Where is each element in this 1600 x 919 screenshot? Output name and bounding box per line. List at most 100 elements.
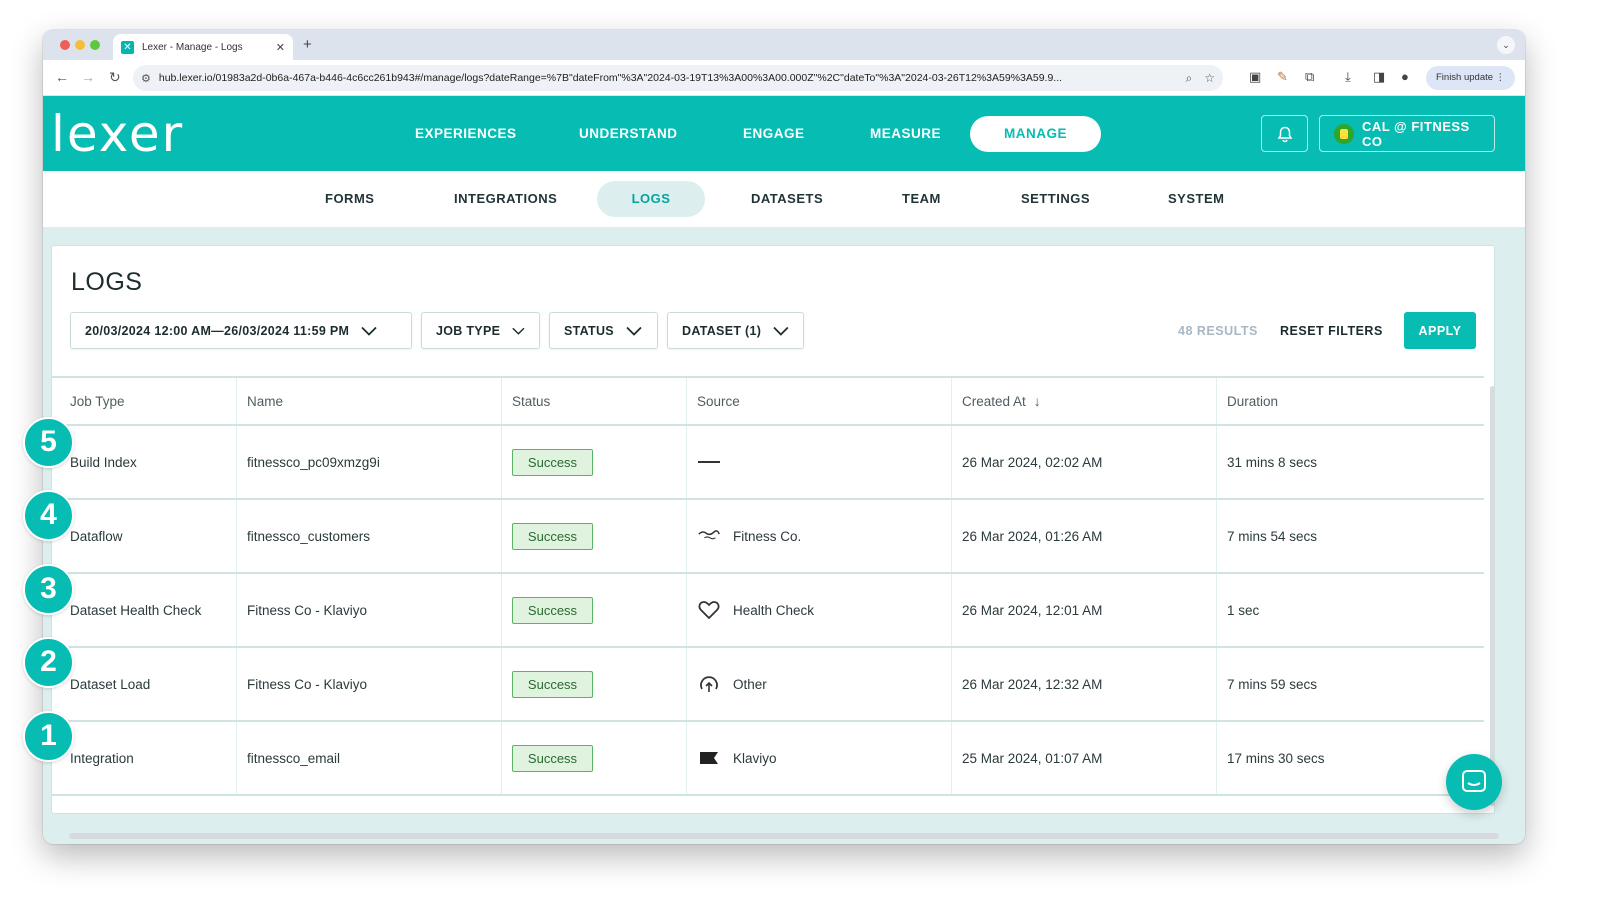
status-cell: Success [502, 722, 687, 794]
source-cell: Other [687, 648, 952, 720]
col-status[interactable]: Status [502, 378, 687, 424]
subnav-datasets[interactable]: DATASETS [751, 191, 823, 206]
vertical-scrollbar[interactable] [1490, 386, 1495, 806]
notifications-button[interactable] [1261, 115, 1308, 152]
close-window-button[interactable] [60, 40, 70, 50]
date-range-filter[interactable]: 20/03/2024 12:00 AM—26/03/2024 11:59 PM [70, 312, 412, 349]
status-badge: Success [512, 448, 593, 476]
site-settings-icon[interactable]: ⚙ [141, 72, 151, 85]
new-tab-button[interactable]: + [303, 36, 312, 53]
status-filter-label: STATUS [564, 323, 614, 338]
close-tab-icon[interactable]: ✕ [276, 41, 285, 54]
name-cell: Fitness Co - Klaviyo [237, 574, 502, 646]
job-type-cell: Dataflow [52, 500, 237, 572]
subnav-settings[interactable]: SETTINGS [1021, 191, 1090, 206]
url-text: hub.lexer.io/01983a2d-0b6a-467a-b446-4c6… [158, 72, 1063, 84]
logs-card: LOGS 20/03/2024 12:00 AM—26/03/2024 11:5… [51, 245, 1495, 814]
url-bar[interactable]: ⚙ hub.lexer.io/01983a2d-0b6a-467a-b446-4… [133, 65, 1223, 91]
table-row[interactable]: Dataflow fitnessco_customers Success Fit… [52, 500, 1484, 574]
chat-launcher-button[interactable] [1446, 754, 1502, 810]
nav-understand[interactable]: UNDERSTAND [579, 126, 678, 141]
back-arrow-icon[interactable]: ← [55, 69, 69, 85]
lexer-favicon-icon: ✕ [121, 40, 134, 54]
results-count: 48 RESULTS [1178, 324, 1258, 338]
duration-cell: 1 sec [1227, 602, 1260, 618]
table-row[interactable]: Dataset Health Check Fitness Co - Klaviy… [52, 574, 1484, 648]
date-range-label: 20/03/2024 12:00 AM—26/03/2024 11:59 PM [85, 323, 350, 338]
side-panel-icon[interactable]: ◨ [1373, 69, 1385, 85]
puzzle-extensions-icon[interactable]: ⧉ [1305, 69, 1314, 85]
browser-tab-active[interactable]: ✕ Lexer - Manage - Logs ✕ [113, 34, 293, 60]
table-row[interactable]: Integration fitnessco_email Success Klav… [52, 722, 1484, 796]
table-header: Job Type Name Status Source Created At ↓… [52, 376, 1484, 426]
browser-window: ✕ Lexer - Manage - Logs ✕ + ⌄ ← → ↻ ⚙ hu… [43, 30, 1525, 844]
browser-tab-bar: ✕ Lexer - Manage - Logs ✕ + ⌄ [43, 30, 1525, 60]
nav-measure[interactable]: MEASURE [870, 126, 941, 141]
chevron-down-icon [626, 326, 642, 336]
browser-address-bar: ← → ↻ ⚙ hub.lexer.io/01983a2d-0b6a-467a-… [43, 60, 1525, 96]
heart-icon [697, 600, 721, 620]
table-row[interactable]: Dataset Load Fitness Co - Klaviyo Succes… [52, 648, 1484, 722]
nav-manage[interactable]: MANAGE [970, 116, 1101, 152]
finish-update-button[interactable]: Finish update ⋮ [1426, 66, 1516, 90]
bookmark-star-icon[interactable]: ☆ [1204, 71, 1215, 85]
lexer-logo[interactable]: lexer [51, 104, 184, 164]
subnav-team[interactable]: TEAM [902, 191, 941, 206]
source-cell: Klaviyo [687, 722, 952, 794]
profile-icon[interactable]: ● [1401, 69, 1409, 84]
name-cell: fitnessco_email [237, 722, 502, 794]
step-marker-3: 3 [23, 564, 74, 615]
reload-icon[interactable]: ↻ [109, 69, 121, 86]
source-cell: Fitness Co. [687, 500, 952, 572]
dataset-filter[interactable]: DATASET (1) [667, 312, 804, 349]
subnav-forms[interactable]: FORMS [325, 191, 374, 206]
download-icon[interactable]: ⤓ [1345, 69, 1351, 85]
job-type-cell: Dataset Load [52, 648, 237, 720]
status-filter[interactable]: STATUS [549, 312, 658, 349]
extension-icon[interactable]: ▣ [1249, 69, 1261, 85]
job-type-filter[interactable]: JOB TYPE [421, 312, 540, 349]
job-type-cell: Integration [52, 722, 237, 794]
sort-desc-arrow-icon[interactable]: ↓ [1034, 393, 1041, 409]
klaviyo-flag-icon [697, 748, 721, 768]
subnav-logs[interactable]: LOGS [597, 181, 705, 217]
pen-extension-icon[interactable]: ✎ [1277, 69, 1288, 85]
status-cell: Success [502, 574, 687, 646]
nav-experiences[interactable]: EXPERIENCES [415, 126, 517, 141]
col-job-type[interactable]: Job Type [52, 378, 237, 424]
dataset-filter-label: DATASET (1) [682, 323, 762, 338]
chevron-down-icon [361, 326, 377, 336]
step-marker-5: 5 [23, 417, 74, 468]
page-title: LOGS [71, 268, 143, 296]
step-marker-1: 1 [23, 711, 74, 762]
account-label: CAL @ FITNESS CO [1361, 118, 1470, 149]
bell-icon [1277, 126, 1293, 143]
chevron-down-icon [512, 327, 525, 335]
account-avatar [1334, 123, 1354, 144]
status-cell: Success [502, 426, 687, 498]
col-duration[interactable]: Duration [1217, 378, 1484, 424]
nav-engage[interactable]: ENGAGE [743, 126, 805, 141]
subnav-system[interactable]: SYSTEM [1168, 191, 1224, 206]
forward-arrow-icon[interactable]: → [81, 69, 95, 85]
col-name[interactable]: Name [237, 378, 502, 424]
status-badge: Success [512, 522, 593, 550]
created-at-cell: 26 Mar 2024, 12:32 AM [952, 648, 1217, 720]
col-created-at[interactable]: Created At ↓ [952, 378, 1217, 424]
account-menu-button[interactable]: CAL @ FITNESS CO [1319, 115, 1495, 152]
name-cell: fitnessco_pc09xmzg9i [237, 426, 502, 498]
logs-table: Job Type Name Status Source Created At ↓… [52, 376, 1484, 796]
reset-filters-button[interactable]: RESET FILTERS [1280, 324, 1383, 338]
maximize-window-button[interactable] [90, 40, 100, 50]
col-source[interactable]: Source [687, 378, 952, 424]
col-created-at-label: Created At [962, 393, 1026, 409]
table-row[interactable]: Build Index fitnessco_pc09xmzg9i Success… [52, 426, 1484, 500]
subnav-integrations[interactable]: INTEGRATIONS [454, 191, 557, 206]
source-label: Klaviyo [733, 750, 777, 766]
zoom-icon[interactable]: ⌕ [1186, 71, 1193, 86]
apply-button[interactable]: APPLY [1404, 312, 1476, 349]
tab-search-chevron-icon[interactable]: ⌄ [1497, 36, 1515, 54]
horizontal-scrollbar[interactable] [69, 833, 1499, 839]
minimize-window-button[interactable] [75, 40, 85, 50]
chat-icon [1462, 770, 1486, 792]
